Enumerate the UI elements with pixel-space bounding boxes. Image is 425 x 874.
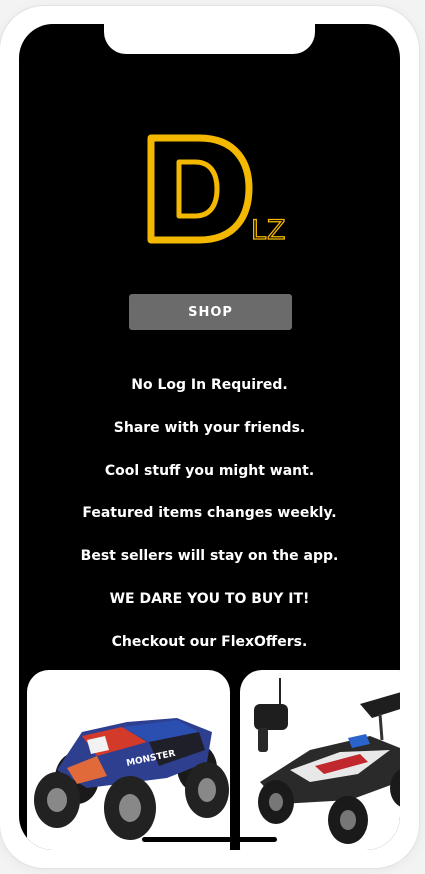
info-line-flexoffers: Checkout our FlexOffers. bbox=[111, 633, 308, 650]
shop-button[interactable]: SHOP bbox=[129, 294, 292, 330]
app-screen: LZ SHOP No Log In Required. Share with y… bbox=[19, 24, 400, 850]
rc-buggy-with-controller-image bbox=[254, 678, 400, 844]
info-line-no-login: No Log In Required. bbox=[131, 377, 288, 393]
logo-suffix-text: LZ bbox=[251, 215, 285, 246]
info-list: No Log In Required. Share with your frie… bbox=[19, 374, 400, 674]
info-line-best-sellers: Best sellers will stay on the app. bbox=[80, 548, 339, 565]
shop-button-label: SHOP bbox=[188, 304, 233, 320]
product-card-monster-truck[interactable]: MONSTER bbox=[27, 670, 230, 850]
home-indicator[interactable] bbox=[142, 837, 277, 842]
info-line-dare: WE DARE YOU TO BUY IT! bbox=[109, 590, 310, 607]
info-line-share: Share with your friends. bbox=[113, 419, 306, 436]
info-line-featured-weekly: Featured items changes weekly. bbox=[82, 505, 337, 522]
info-line-cool-stuff: Cool stuff you might want. bbox=[104, 462, 315, 479]
phone-frame: LZ SHOP No Log In Required. Share with y… bbox=[0, 6, 419, 868]
rc-monster-truck-image: MONSTER bbox=[34, 718, 229, 840]
dlz-logo: LZ bbox=[147, 134, 285, 247]
phone-notch bbox=[104, 24, 315, 54]
product-card-buggy[interactable] bbox=[240, 670, 400, 850]
